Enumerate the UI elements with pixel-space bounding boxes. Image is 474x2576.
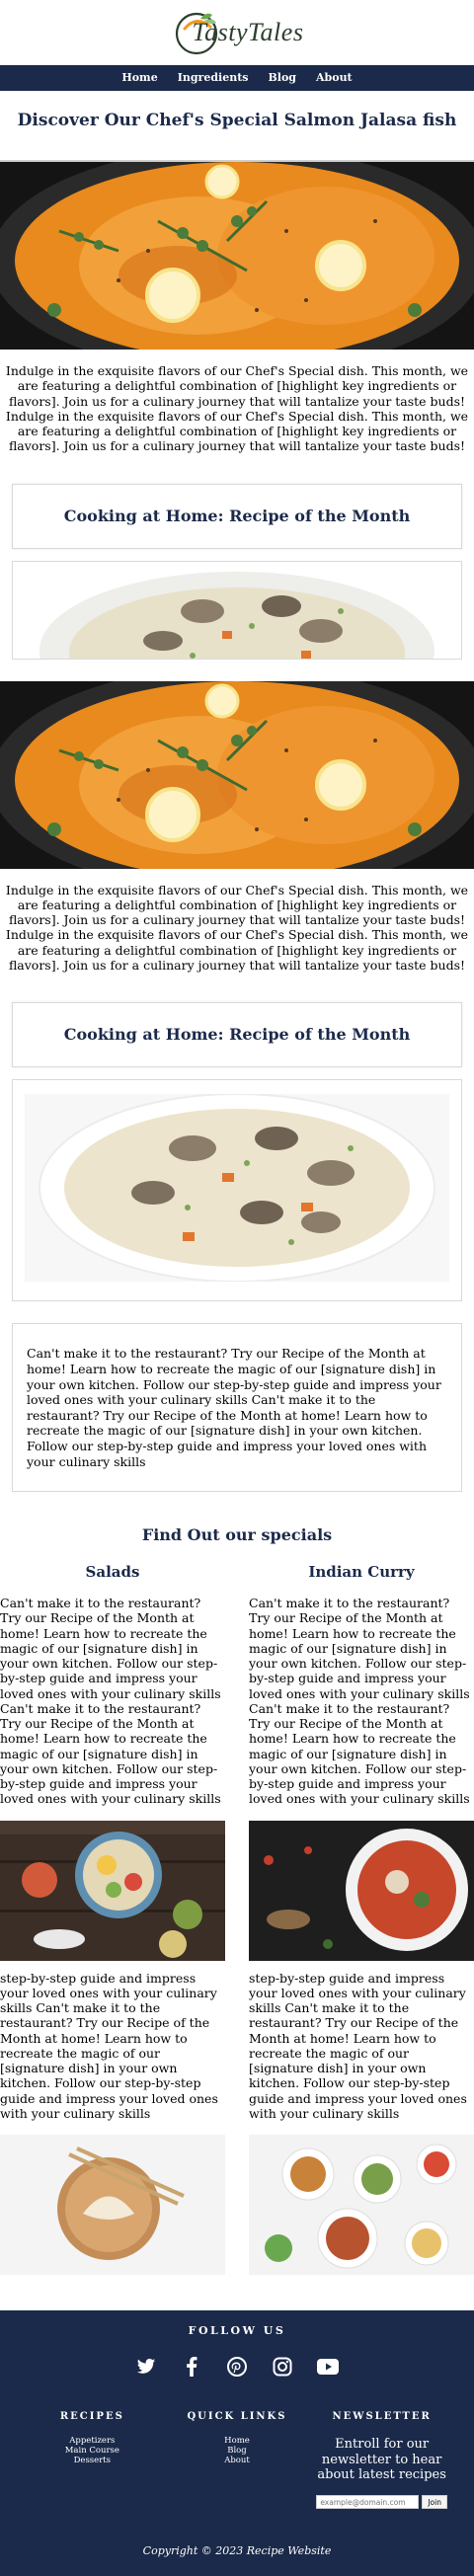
site-logo[interactable]: TastyTales [171, 7, 304, 58]
facebook-icon[interactable] [181, 2356, 202, 2378]
dumpling-image [0, 2135, 225, 2275]
footer-link-main-course[interactable]: Main Course [23, 2446, 161, 2457]
main-nav: Home Ingredients Blog About [0, 65, 474, 91]
hero-title: Discover Our Chef's Special Salmon Jalas… [0, 91, 474, 162]
salad-image [0, 1820, 225, 1961]
footer-newsletter: NEWSLETTER Entroll for our newsletter to… [313, 2410, 451, 2510]
recipe-title-2: Cooking at Home: Recipe of the Month [63, 1025, 411, 1044]
recipe-title: Cooking at Home: Recipe of the Month [63, 506, 411, 525]
hero-paragraph: Indulge in the exquisite flavors of our … [5, 363, 469, 454]
footer-recipes: RECIPES Appetizers Main Course Desserts [23, 2411, 161, 2509]
special-curry-text-2: step-by-step guide and impress your love… [249, 1970, 467, 2121]
instagram-icon[interactable] [272, 2356, 293, 2378]
footer-link-about[interactable]: About [168, 2456, 306, 2466]
specials-grid: Salads Can't make it to the restaurant? … [0, 1563, 474, 2285]
newsletter-email-input[interactable] [316, 2495, 420, 2510]
newsletter-form: Join [313, 2495, 451, 2510]
table-spread-image [249, 2135, 474, 2275]
brand-name: TastyTales [192, 17, 304, 46]
hero-paragraph-2: Indulge in the exquisite flavors of our … [5, 882, 469, 973]
chowder-image [25, 571, 449, 659]
nav-about[interactable]: About [316, 71, 353, 85]
special-salads-text-2: step-by-step guide and impress your love… [0, 1970, 218, 2121]
special-indian-curry: Indian Curry Can't make it to the restau… [249, 1563, 474, 2285]
special-salads-text: Can't make it to the restaurant? Try our… [0, 1596, 221, 1807]
nav-blog[interactable]: Blog [268, 71, 296, 85]
chowder-image-2 [25, 1093, 449, 1283]
footer-link-home[interactable]: Home [168, 2436, 306, 2447]
curry-image [249, 1820, 474, 1961]
footer-link-appetizers[interactable]: Appetizers [23, 2436, 161, 2447]
footer-link-desserts[interactable]: Desserts [23, 2456, 161, 2466]
youtube-icon[interactable] [317, 2356, 339, 2378]
site-footer: FOLLOW US RECIPES Appetizers Main Course… [0, 2310, 474, 2576]
nav-home[interactable]: Home [121, 71, 157, 85]
salmon-dish-image-2 [0, 680, 474, 869]
footer-quick-links: QUICK LINKS Home Blog About [168, 2411, 306, 2509]
recipe-description: Can't make it to the restaurant? Try our… [27, 1346, 441, 1469]
nav-ingredients[interactable]: Ingredients [178, 71, 249, 85]
special-salads: Salads Can't make it to the restaurant? … [0, 1563, 225, 2285]
special-curry-text: Can't make it to the restaurant? Try our… [249, 1596, 470, 1807]
special-curry-heading: Indian Curry [308, 1563, 415, 1582]
newsletter-join-button[interactable]: Join [422, 2495, 447, 2510]
site-header: TastyTales [0, 0, 474, 65]
recipe-text-card: Can't make it to the restaurant? Try our… [12, 1323, 462, 1493]
footer-newsletter-heading: NEWSLETTER [332, 2410, 432, 2422]
recipe-image-card [12, 560, 462, 660]
recipe-title-card: Cooking at Home: Recipe of the Month [12, 483, 462, 549]
recipe-title-card-2: Cooking at Home: Recipe of the Month [12, 1002, 462, 1067]
footer-columns: RECIPES Appetizers Main Course Desserts … [0, 2410, 474, 2510]
copyright-text: Copyright © 2023 Recipe Website [142, 2544, 332, 2558]
recipe-image-card-2 [12, 1079, 462, 1302]
footer-link-blog[interactable]: Blog [168, 2446, 306, 2457]
footer-recipes-heading: RECIPES [59, 2410, 124, 2422]
newsletter-text: Entroll for our newsletter to hear about… [317, 2437, 446, 2483]
footer-quick-heading: QUICK LINKS [187, 2410, 287, 2422]
twitter-icon[interactable] [135, 2356, 157, 2378]
special-salads-heading: Salads [85, 1563, 140, 1582]
pinterest-icon[interactable] [226, 2356, 248, 2378]
salmon-dish-image [0, 162, 474, 350]
follow-us-label: FOLLOW US [188, 2324, 286, 2337]
social-links [0, 2338, 474, 2411]
specials-title: Find Out our specials [141, 1525, 333, 1545]
